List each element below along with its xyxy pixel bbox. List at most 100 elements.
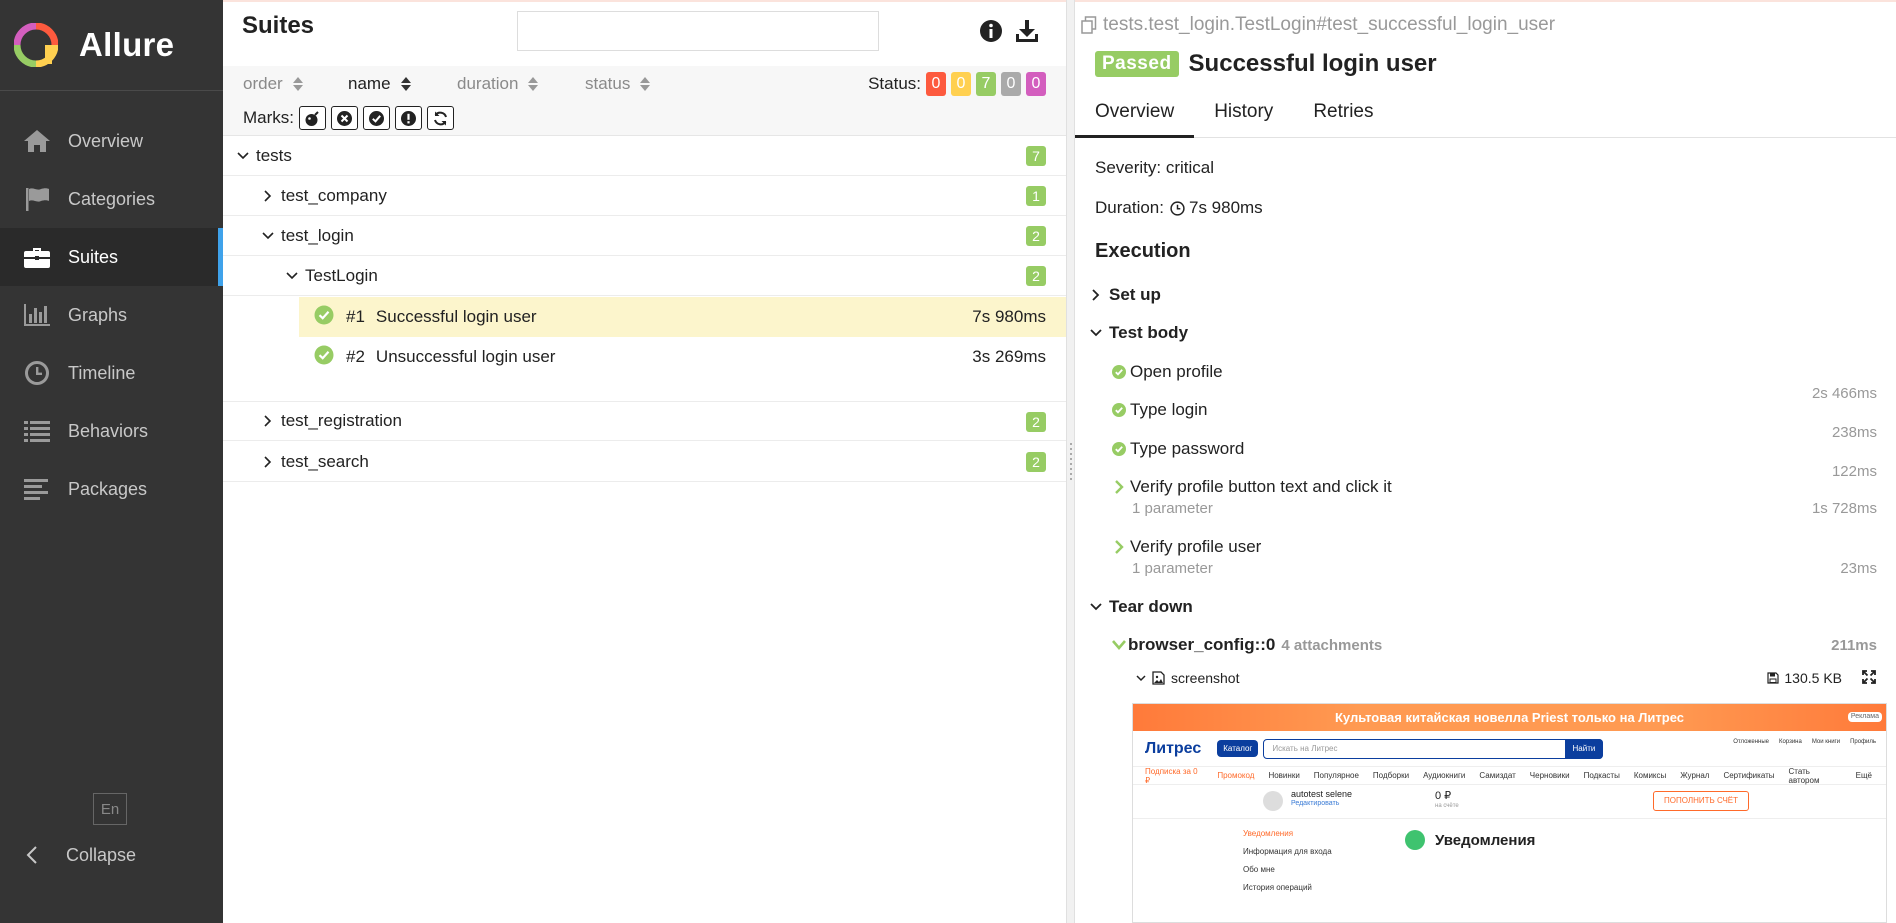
severity: Severity: critical xyxy=(1095,158,1215,177)
mark-new-passed-toggle[interactable] xyxy=(363,106,390,130)
test-case-title: Successful login user xyxy=(1188,50,1437,77)
mark-new-failed-toggle[interactable] xyxy=(331,106,358,130)
test-case-name: Successful login user xyxy=(375,307,537,326)
copy-icon[interactable] xyxy=(1081,16,1097,34)
status-unknown-toggle[interactable]: 0 xyxy=(1026,72,1046,96)
attachment-row[interactable]: screenshot 130.5 KB xyxy=(1136,669,1876,687)
mark-new-broken-toggle[interactable] xyxy=(395,106,422,130)
pane-splitter[interactable] xyxy=(1066,0,1075,923)
passed-count-badge: 7 xyxy=(1026,146,1046,166)
preview-menu-item: Комиксы xyxy=(1633,771,1667,780)
preview-menu-item: Подкасты xyxy=(1583,771,1620,780)
collapse-button[interactable]: Collapse xyxy=(22,840,136,870)
passed-step-icon xyxy=(1112,403,1126,417)
sort-by-name[interactable]: name xyxy=(348,74,411,94)
preview-banner-text: Культовая китайская новелла Priest тольк… xyxy=(1334,710,1685,725)
sidebar-item-packages[interactable]: Packages xyxy=(0,460,223,518)
preview-avatar xyxy=(1263,791,1283,811)
sidebar-item-suites[interactable]: Suites xyxy=(0,228,223,286)
test-body-section[interactable]: Test body xyxy=(1089,323,1188,343)
attachment-screenshot-preview[interactable]: Культовая китайская новелла Priest тольк… xyxy=(1132,703,1887,923)
preview-menu-item: Журнал xyxy=(1680,771,1710,780)
mark-flaky-toggle[interactable] xyxy=(299,106,326,130)
teardown-section[interactable]: Tear down xyxy=(1089,597,1193,617)
expand-icon[interactable] xyxy=(1862,669,1876,687)
sidebar-item-categories[interactable]: Categories xyxy=(0,170,223,228)
status-broken-toggle[interactable]: 0 xyxy=(951,72,971,96)
sort-by-status[interactable]: status xyxy=(585,74,651,94)
download-icon[interactable] xyxy=(1014,18,1040,44)
brand[interactable]: Allure xyxy=(0,0,223,91)
preview-topup-button: ПОПОЛНИТЬ СЧЁТ xyxy=(1653,791,1749,811)
tree-node-testlogin[interactable]: TestLogin 2 xyxy=(223,256,1066,296)
test-case-row-selected[interactable]: #1 Successful login user 7s 980ms xyxy=(299,297,1066,337)
sidebar-item-label: Behaviors xyxy=(68,420,149,441)
status-badge: Passed xyxy=(1095,51,1179,77)
allure-logo-icon xyxy=(14,23,58,67)
language-switch[interactable]: En xyxy=(93,793,127,825)
tree-node-test-registration[interactable]: test_registration 2 xyxy=(223,401,1066,441)
test-case-duration: 7s 980ms xyxy=(972,307,1046,326)
execution-title: Execution xyxy=(1095,240,1191,262)
step-row[interactable]: Open profile xyxy=(1112,362,1223,382)
preview-side-item: Обо мне xyxy=(1243,864,1275,874)
sort-by-duration[interactable]: duration xyxy=(457,74,539,94)
sidebar-item-behaviors[interactable]: Behaviors xyxy=(0,402,223,460)
mark-retries-toggle[interactable] xyxy=(427,106,454,130)
passed-status-icon xyxy=(314,345,334,370)
preview-catalog-button: Каталог xyxy=(1217,740,1259,757)
preview-menu-item: Новинки xyxy=(1268,771,1300,780)
tab-history[interactable]: History xyxy=(1194,93,1293,138)
attachment-size-value: 130.5 KB xyxy=(1784,670,1842,686)
drag-handle-icon xyxy=(1070,443,1072,483)
preview-menu-item: Аудиокниги xyxy=(1423,771,1466,780)
preview-icon-label: Профиль xyxy=(1850,739,1876,745)
chevron-right-icon xyxy=(262,189,274,202)
fixture-row[interactable]: browser_config::0 4 attachments xyxy=(1112,635,1382,655)
teardown-label: Tear down xyxy=(1109,597,1193,616)
tab-retries[interactable]: Retries xyxy=(1293,93,1393,138)
marks-filter: Marks: xyxy=(243,106,454,130)
search-input[interactable] xyxy=(517,11,879,51)
test-case-row[interactable]: #2 Unsuccessful login user 3s 269ms xyxy=(299,337,1066,377)
status-failed-toggle[interactable]: 0 xyxy=(926,72,946,96)
step-duration: 122ms xyxy=(1831,463,1877,480)
fixture-name: browser_config::0 xyxy=(1128,635,1276,654)
step-row[interactable]: Verify profile user xyxy=(1112,537,1261,557)
step-row[interactable]: Verify profile button text and click it xyxy=(1112,477,1392,497)
step-label: Type password xyxy=(1130,439,1245,458)
marks-label: Marks: xyxy=(243,108,294,127)
step-label: Open profile xyxy=(1130,362,1223,381)
sidebar-item-timeline[interactable]: Timeline xyxy=(0,344,223,402)
save-icon[interactable] xyxy=(1767,672,1779,684)
chevron-right-icon xyxy=(262,455,274,468)
step-label: Type login xyxy=(1130,400,1208,419)
step-label: Verify profile user xyxy=(1130,537,1262,556)
sidebar-item-overview[interactable]: Overview xyxy=(0,112,223,170)
info-icon[interactable] xyxy=(978,18,1004,44)
tree-node-test-login[interactable]: test_login 2 xyxy=(223,216,1066,256)
step-duration: 2s 466ms xyxy=(1811,385,1877,402)
test-case-number: #2 xyxy=(346,347,365,366)
test-case-tabs: Overview History Retries xyxy=(1075,93,1896,138)
duration-label: Duration: xyxy=(1095,198,1164,217)
preview-menu-item: Подписка за 0 ₽ xyxy=(1145,766,1198,785)
tree-node-test-company[interactable]: test_company 1 xyxy=(223,176,1066,216)
status-skipped-toggle[interactable]: 0 xyxy=(1001,72,1021,96)
step-label: Verify profile button text and click it xyxy=(1130,477,1392,496)
fixture-attachments: 4 attachments xyxy=(1281,636,1383,654)
step-row[interactable]: Type login xyxy=(1112,400,1208,420)
preview-menu-item: Самиздат xyxy=(1479,771,1516,780)
tree-node-test-search[interactable]: test_search 2 xyxy=(223,442,1066,482)
sort-by-order[interactable]: order xyxy=(243,74,303,94)
step-duration: 1s 728ms xyxy=(1811,500,1877,517)
tree-node-tests[interactable]: tests 7 xyxy=(223,136,1066,176)
step-row[interactable]: Type password xyxy=(1112,439,1244,459)
tab-overview[interactable]: Overview xyxy=(1075,93,1195,138)
sidebar-item-graphs[interactable]: Graphs xyxy=(0,286,223,344)
setup-section[interactable]: Set up xyxy=(1089,285,1161,305)
test-case-duration: 3s 269ms xyxy=(972,347,1046,366)
sidebar-item-label: Categories xyxy=(68,188,156,209)
duration: Duration: 7s 980ms xyxy=(1095,198,1263,218)
status-passed-toggle[interactable]: 7 xyxy=(976,72,996,96)
